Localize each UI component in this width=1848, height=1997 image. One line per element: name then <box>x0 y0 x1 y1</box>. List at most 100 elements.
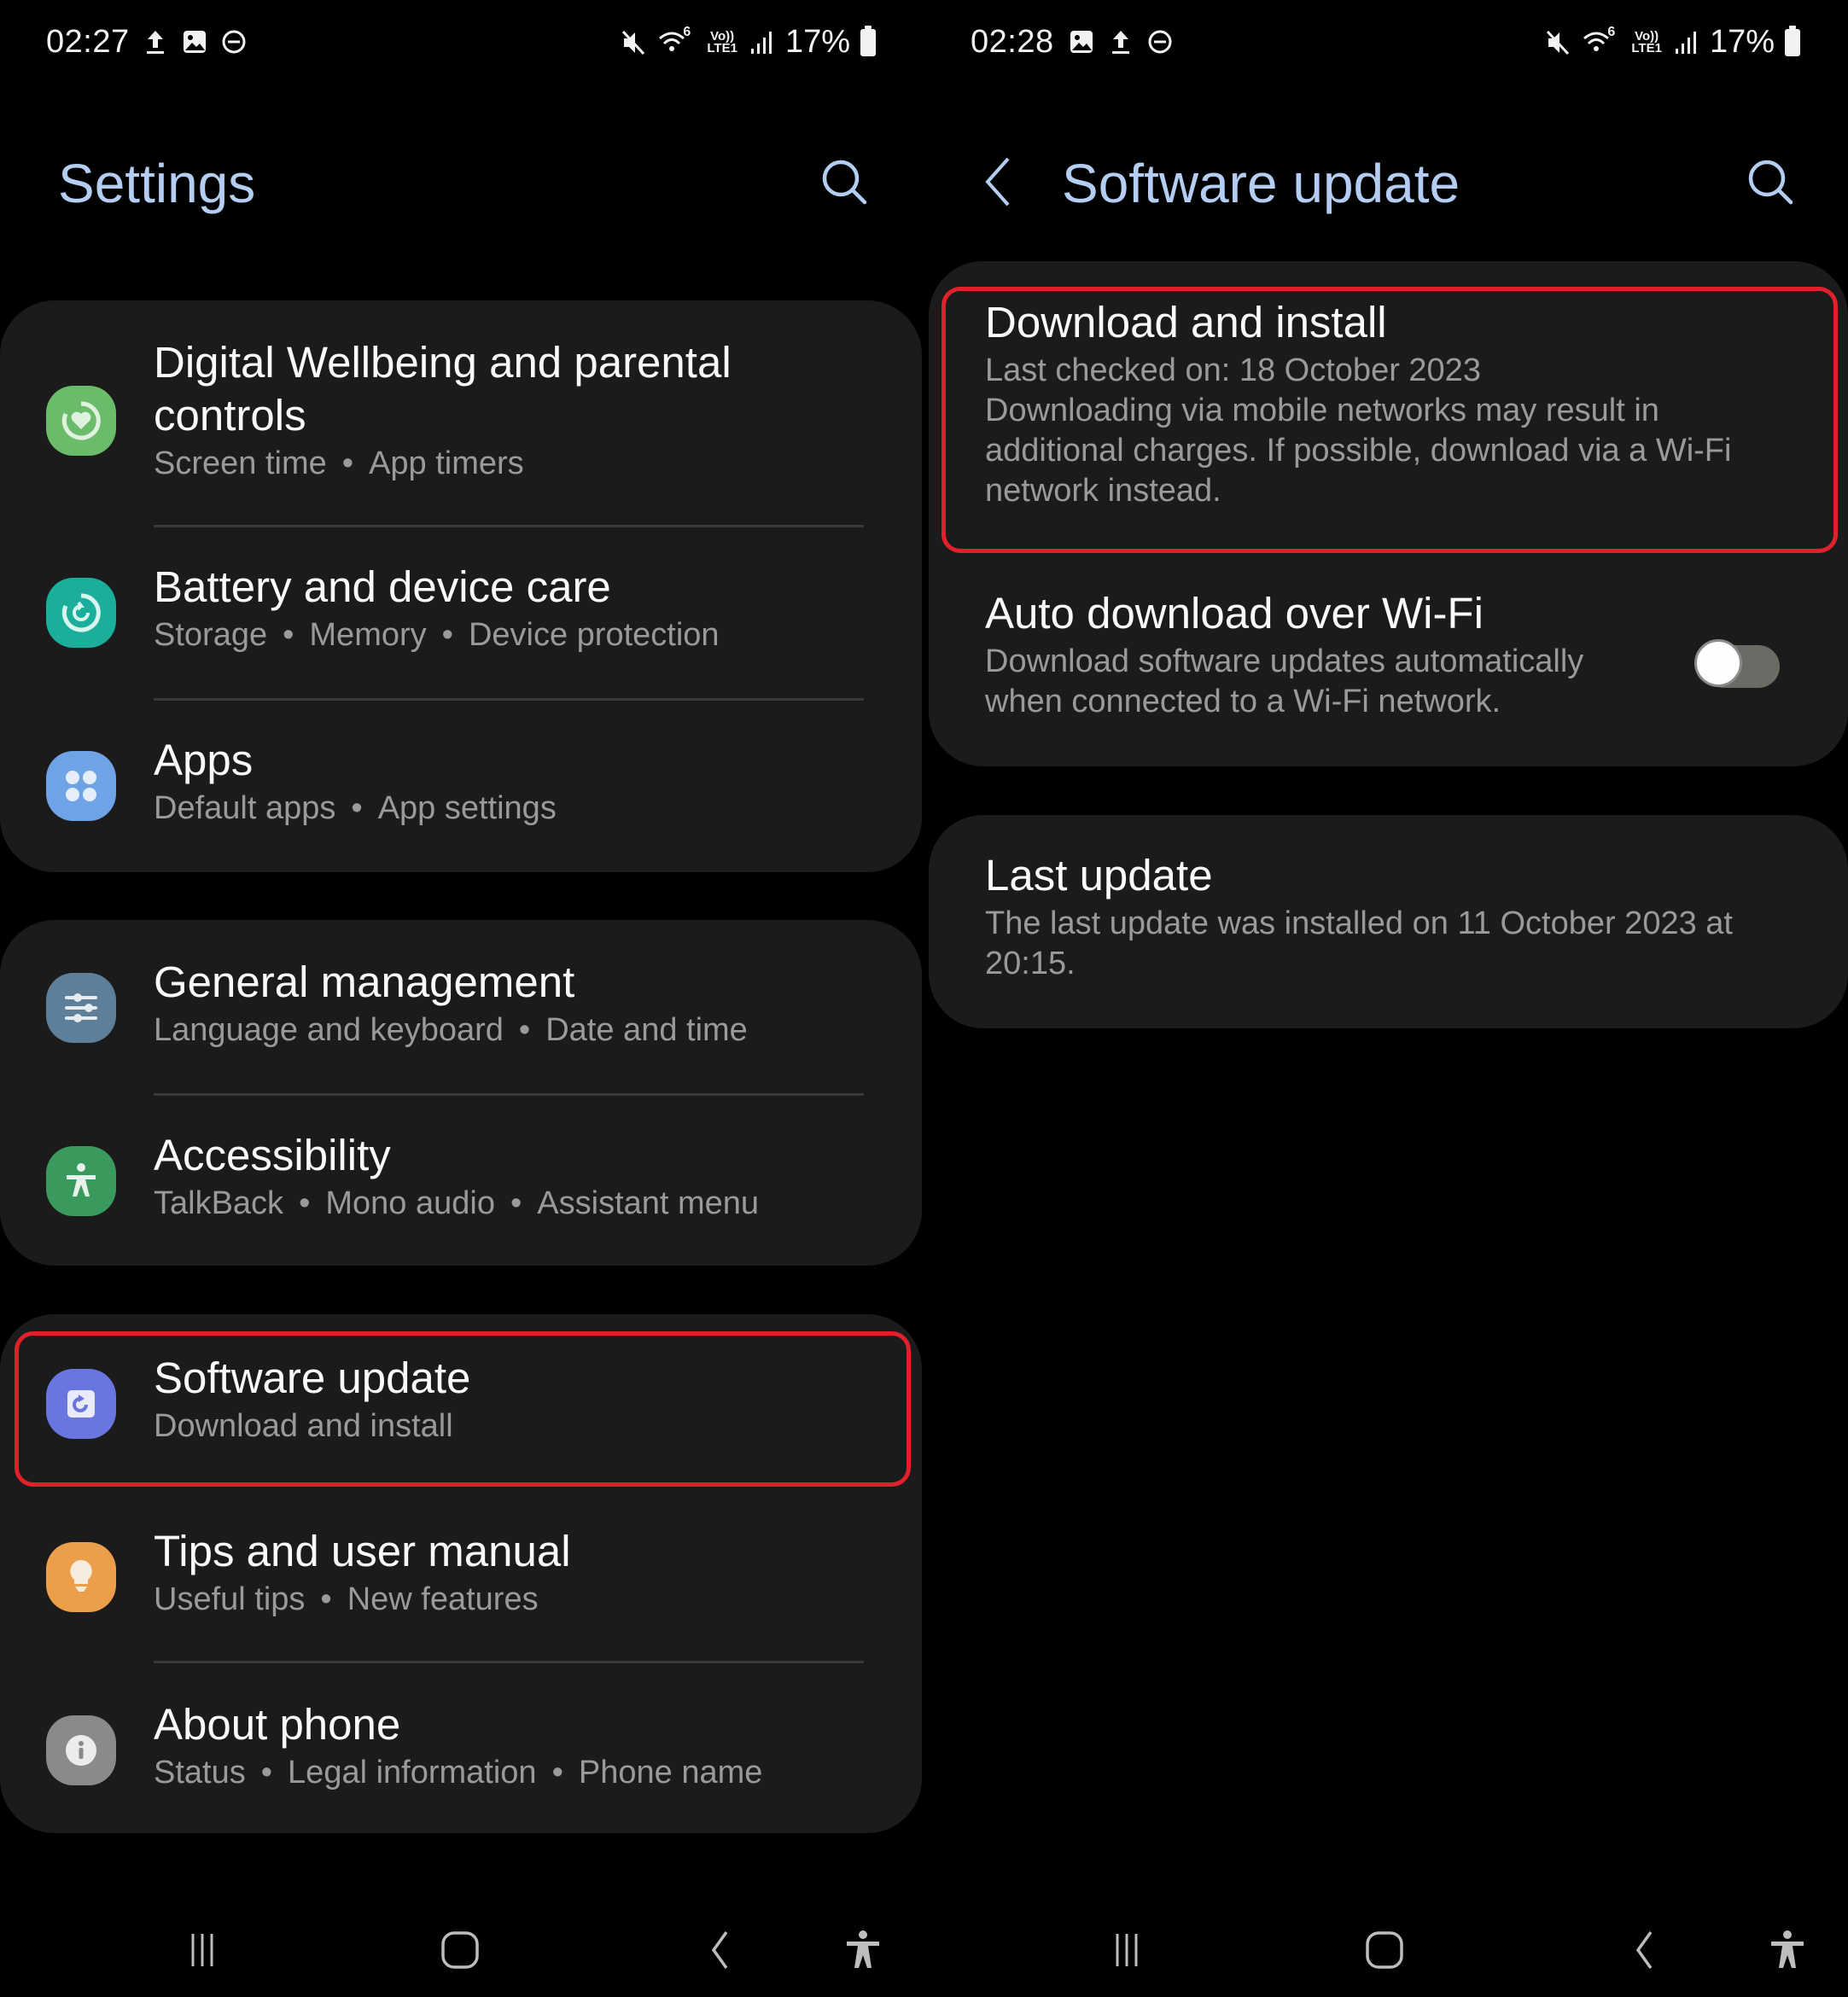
settings-screen: 02:27 6 Vo)) LTE1 17% Settings Digital W… <box>0 0 924 1997</box>
wifi6-icon: 6 <box>1582 25 1621 59</box>
home-button[interactable] <box>430 1920 490 1980</box>
back-icon <box>711 1930 728 1970</box>
recents-button[interactable] <box>1097 1920 1157 1980</box>
back-icon <box>1635 1930 1653 1970</box>
do-not-disturb-icon <box>222 30 246 54</box>
device-care-icon <box>46 578 116 648</box>
item-title: Apps <box>154 736 254 784</box>
signal-icon <box>750 31 772 54</box>
item-subtitle: Download and install <box>154 1408 453 1444</box>
signal-icon <box>1675 31 1696 54</box>
home-button[interactable] <box>1355 1920 1414 1980</box>
auto-download-toggle[interactable] <box>1694 639 1783 688</box>
item-subtitle: Status • Legal information • Phone name <box>154 1755 763 1790</box>
item-title: Digital Wellbeing and parental controls <box>154 338 732 440</box>
apps-icon <box>46 751 116 821</box>
volte-lte-icon: Vo)) LTE1 <box>1631 28 1662 55</box>
back-icon <box>985 157 1010 207</box>
navigation-bar <box>0 1895 924 1997</box>
page-title: Software update <box>1062 153 1460 214</box>
item-title: General management <box>154 958 575 1006</box>
gallery-icon <box>1070 31 1093 53</box>
home-icon <box>441 1931 479 1969</box>
battery-percent: 17% <box>1709 24 1775 60</box>
download-warning-text: Downloading via mobile networks may resu… <box>985 393 1732 509</box>
settings-item-software-update[interactable]: Software update Download and install <box>0 1352 922 1463</box>
recents-icon <box>191 1934 213 1966</box>
search-button[interactable] <box>818 155 872 210</box>
general-management-icon <box>46 973 116 1043</box>
auto-download-subtitle: Download software updates automatically … <box>985 643 1584 719</box>
nav-back-button[interactable] <box>690 1920 749 1980</box>
back-button[interactable] <box>981 152 1015 212</box>
software-update-icon <box>46 1369 116 1439</box>
last-update-card: Last update The last update was installe… <box>929 815 1848 1028</box>
status-bar: 02:28 6 Vo)) LTE1 17% <box>924 0 1848 94</box>
settings-item-battery-device-care[interactable]: Battery and device care Storage • Memory • D… <box>0 561 922 672</box>
last-update[interactable]: Last update The last update was installe… <box>929 849 1848 1003</box>
battery-icon <box>860 25 876 56</box>
digital-wellbeing-icon <box>46 386 116 456</box>
battery-percent: 17% <box>784 24 850 60</box>
settings-item-digital-wellbeing[interactable]: Digital Wellbeing and parental controls … <box>0 336 922 498</box>
toggle-knob <box>1694 639 1742 687</box>
accessibility-shortcut-icon <box>847 1930 879 1968</box>
item-subtitle: TalkBack • Mono audio • Assistant menu <box>154 1185 760 1221</box>
recents-button[interactable] <box>172 1920 232 1980</box>
divider <box>154 1093 864 1096</box>
download-and-install[interactable]: Download and install Last checked on: 18… <box>929 291 1848 530</box>
last-update-title: Last update <box>985 851 1213 900</box>
accessibility-shortcut-button[interactable] <box>1758 1920 1817 1980</box>
update-options-card: Download and install Last checked on: 18… <box>929 261 1848 766</box>
gallery-icon <box>184 31 206 53</box>
divider <box>154 1661 864 1663</box>
battery-icon <box>1785 25 1800 56</box>
settings-group-2: General management Language and keyboard… <box>0 920 922 1266</box>
divider <box>154 525 864 527</box>
wifi6-icon: 6 <box>657 25 697 59</box>
settings-item-apps[interactable]: Apps Default apps • App settings <box>0 734 922 845</box>
settings-item-tips[interactable]: Tips and user manual Useful tips • New fea… <box>0 1525 922 1636</box>
navigation-bar <box>924 1895 1848 1997</box>
divider <box>154 698 864 701</box>
item-title: Accessibility <box>154 1131 391 1179</box>
status-time: 02:28 <box>971 24 1054 60</box>
item-subtitle: Useful tips • New features <box>154 1581 539 1617</box>
upload-icon <box>1112 31 1129 54</box>
settings-item-general-management[interactable]: General management Language and keyboard… <box>0 956 922 1067</box>
search-button[interactable] <box>1744 155 1798 210</box>
status-time: 02:27 <box>46 24 130 60</box>
do-not-disturb-icon <box>1148 30 1172 54</box>
recents-icon <box>1116 1934 1138 1966</box>
home-icon <box>1366 1931 1403 1969</box>
item-subtitle: Default apps • App settings <box>154 790 557 826</box>
accessibility-icon <box>46 1146 116 1216</box>
search-icon <box>822 160 867 205</box>
settings-item-about-phone[interactable]: About phone Status • Legal information • Pho… <box>0 1698 922 1809</box>
auto-download-title: Auto download over Wi-Fi <box>985 589 1484 638</box>
last-update-subtitle: The last update was installed on 11 Octo… <box>985 905 1733 981</box>
item-subtitle: Screen time • App timers <box>154 445 524 481</box>
item-title: Tips and user manual <box>154 1527 571 1575</box>
settings-item-accessibility[interactable]: Accessibility TalkBack • Mono audio • Assist… <box>0 1129 922 1240</box>
accessibility-shortcut-icon <box>1771 1930 1804 1968</box>
mute-icon <box>622 30 645 55</box>
download-title: Download and install <box>985 298 1387 346</box>
nav-back-button[interactable] <box>1614 1920 1674 1980</box>
about-phone-icon <box>46 1715 116 1785</box>
auto-download-wifi[interactable]: Auto download over Wi-Fi Download softwa… <box>929 587 1848 732</box>
accessibility-shortcut-button[interactable] <box>833 1920 893 1980</box>
volte-lte-icon: Vo)) LTE1 <box>707 28 737 55</box>
settings-group-3: Software update Download and install Tip… <box>0 1314 922 1833</box>
item-title: About phone <box>154 1700 401 1749</box>
upload-icon <box>147 31 164 54</box>
tips-icon <box>46 1542 116 1612</box>
page-title: Settings <box>58 153 256 214</box>
item-subtitle: Storage • Memory • Device protection <box>154 617 720 653</box>
status-bar: 02:27 6 Vo)) LTE1 17% <box>0 0 924 94</box>
item-title: Software update <box>154 1354 471 1402</box>
item-subtitle: Language and keyboard • Date and time <box>154 1012 748 1048</box>
software-update-screen: 02:28 6 Vo)) LTE1 17% Software update Do… <box>924 0 1848 1997</box>
last-checked-text: Last checked on: 18 October 2023 <box>985 352 1481 388</box>
mute-icon <box>1547 30 1570 55</box>
